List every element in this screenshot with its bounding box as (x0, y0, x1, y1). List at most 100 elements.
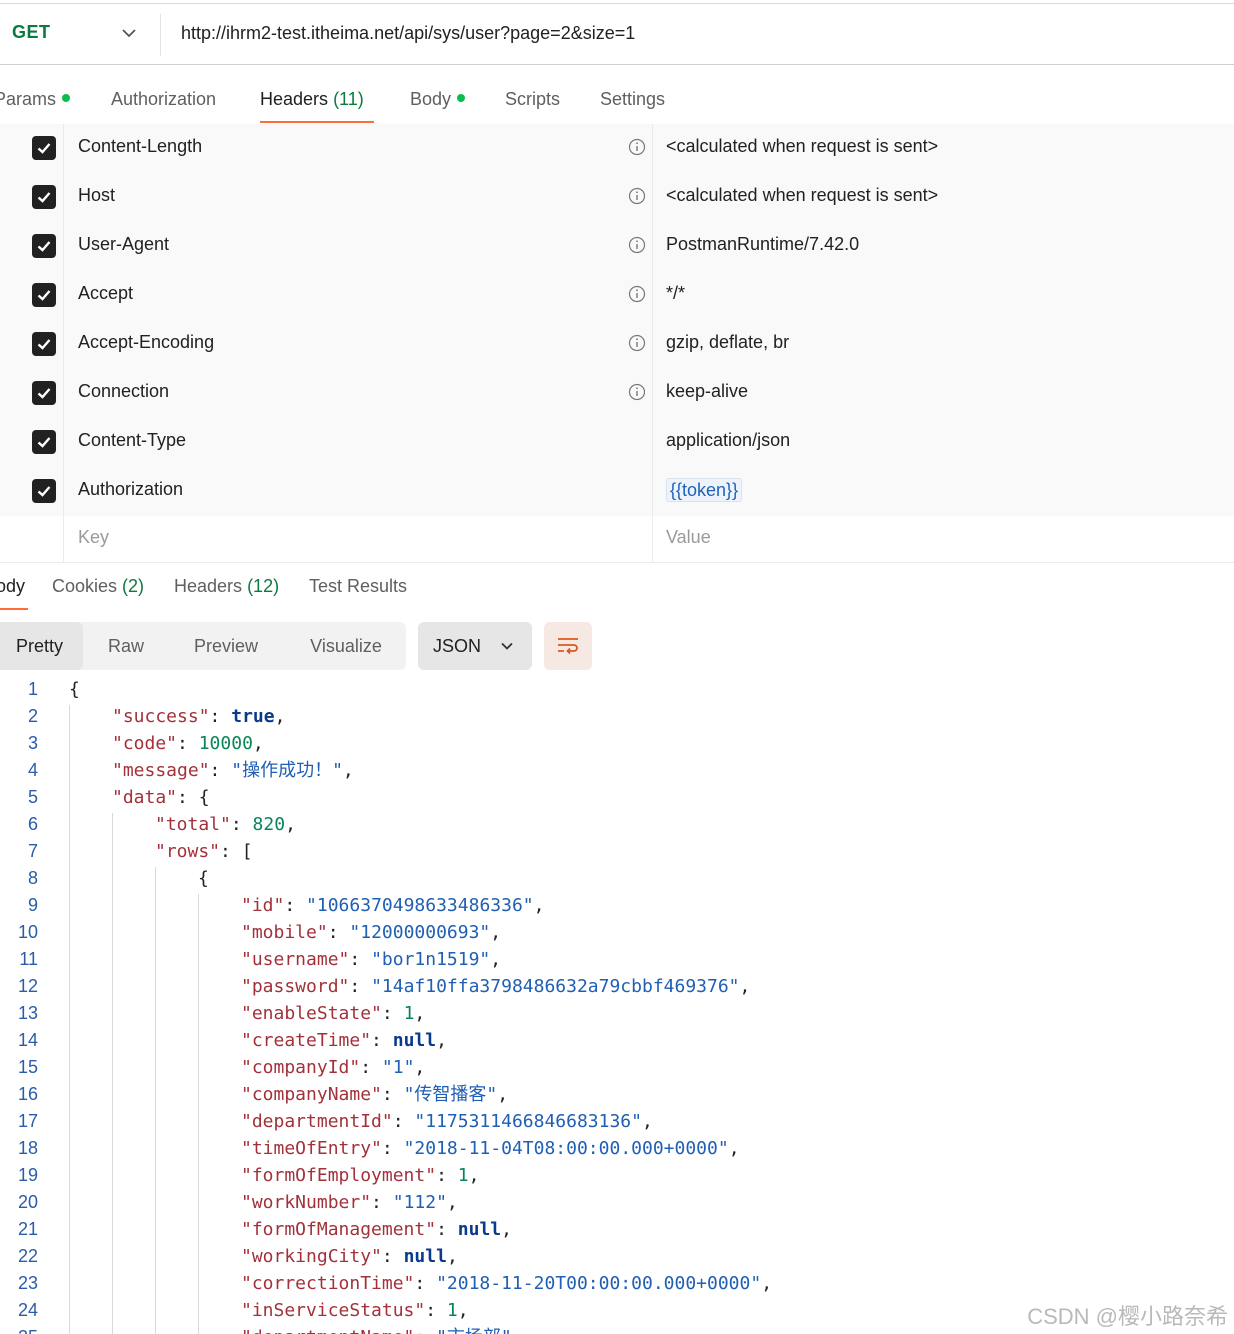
header-key[interactable]: Host (78, 185, 115, 206)
code-text: { (69, 676, 80, 703)
json-punctuation: : (381, 1138, 404, 1159)
code-line: 9 "id": "1066370498633486336", (0, 892, 1234, 919)
json-punctuation: , (497, 1084, 509, 1105)
json-key: "success" (112, 706, 210, 727)
column-divider (63, 124, 64, 173)
json-punctuation: , (414, 1003, 426, 1024)
header-key[interactable]: User-Agent (78, 234, 169, 255)
code-text: "companyId": "1", (241, 1054, 425, 1081)
code-text: "formOfEmployment": 1, (241, 1162, 479, 1189)
line-number: 13 (17, 1003, 38, 1023)
column-divider (652, 173, 653, 222)
header-value[interactable]: */* (666, 283, 685, 304)
response-body-viewer[interactable]: 1{2 "success": true, 3 "code": 10000, 4 "mess… (0, 675, 1234, 1334)
line-number: 5 (27, 787, 38, 807)
tab-response-headers-label: Headers (174, 576, 243, 596)
wrap-lines-button[interactable] (544, 622, 592, 670)
format-select[interactable]: JSON (418, 622, 532, 670)
header-enabled-checkbox[interactable] (32, 136, 56, 160)
code-text: "enableState": 1, (241, 1000, 425, 1027)
chevron-down-icon[interactable] (118, 22, 140, 44)
variable-token[interactable]: {{token}} (666, 478, 743, 502)
code-line: 23 "correctionTime": "2018-11-20T00:00:00… (0, 1270, 1234, 1297)
json-string: "14af10ffa3798486632a79cbbf469376" (371, 976, 740, 997)
header-value[interactable]: <calculated when request is sent> (666, 136, 938, 157)
method-select[interactable]: GET (12, 22, 51, 43)
tab-scripts[interactable]: Scripts (505, 89, 560, 110)
json-string: "1" (381, 1057, 415, 1078)
json-punctuation: : (177, 733, 199, 754)
line-number: 7 (27, 841, 38, 861)
header-value[interactable]: PostmanRuntime/7.42.0 (666, 234, 859, 255)
tab-authorization[interactable]: Authorization (111, 89, 216, 110)
code-text: "workNumber": "112", (241, 1189, 458, 1216)
header-value-text: */* (666, 283, 686, 303)
info-icon[interactable] (628, 138, 646, 156)
tab-response-headers[interactable]: Headers (12) (174, 576, 279, 597)
info-icon[interactable] (628, 285, 646, 303)
header-key[interactable]: Accept-Encoding (78, 332, 214, 353)
code-text: "rows": [ (155, 838, 253, 865)
tab-headers[interactable]: Headers (11) (260, 89, 364, 110)
code-line: 15 "companyId": "1", (0, 1054, 1234, 1081)
column-divider (652, 516, 653, 562)
header-value[interactable]: {{token}} (666, 478, 743, 503)
tab-cookies[interactable]: Cookies (2) (52, 576, 144, 597)
header-key[interactable]: Authorization (78, 479, 183, 500)
json-punctuation: , (490, 922, 502, 943)
line-number: 14 (17, 1030, 38, 1050)
indent-guide (112, 813, 113, 1334)
tab-test-results[interactable]: Test Results (309, 576, 407, 597)
column-divider (63, 516, 64, 562)
json-punctuation: : (371, 1030, 393, 1051)
code-line: 17 "departmentId": "1175311466846683136", (0, 1108, 1234, 1135)
header-enabled-checkbox[interactable] (32, 283, 56, 307)
header-enabled-checkbox[interactable] (32, 430, 56, 454)
new-value-input[interactable]: Value (666, 527, 711, 548)
raw-button[interactable]: Raw (96, 622, 156, 670)
json-key: "message" (112, 760, 210, 781)
info-icon[interactable] (628, 383, 646, 401)
visualize-button[interactable]: Visualize (301, 622, 391, 670)
tab-body[interactable]: Body (410, 89, 466, 110)
header-key[interactable]: Accept (78, 283, 133, 304)
header-enabled-checkbox[interactable] (32, 185, 56, 209)
header-value-text: application/json (666, 430, 791, 450)
info-icon[interactable] (628, 187, 646, 205)
tab-params-label: Params (0, 89, 57, 109)
header-value[interactable]: keep-alive (666, 381, 748, 402)
header-enabled-checkbox[interactable] (32, 479, 56, 503)
tab-params[interactable]: Params (0, 89, 71, 110)
json-key: "workNumber" (241, 1192, 372, 1213)
pretty-button[interactable]: Pretty (0, 622, 83, 670)
json-punctuation: : (284, 895, 307, 916)
info-icon[interactable] (628, 334, 646, 352)
json-punctuation: , (739, 976, 751, 997)
preview-button[interactable]: Preview (186, 622, 266, 670)
header-enabled-checkbox[interactable] (32, 332, 56, 356)
tab-response-body[interactable]: Body (0, 576, 25, 597)
json-punctuation: , (641, 1111, 653, 1132)
json-punctuation: : (381, 1246, 404, 1267)
url-input[interactable]: http://ihrm2-test.itheima.net/api/sys/us… (181, 23, 635, 44)
view-mode-group: Pretty Raw Preview Visualize (0, 622, 406, 670)
header-value[interactable]: application/json (666, 430, 790, 451)
tab-settings[interactable]: Settings (600, 89, 665, 110)
info-icon[interactable] (628, 236, 646, 254)
header-key[interactable]: Content-Length (78, 136, 202, 157)
header-key[interactable]: Content-Type (78, 430, 186, 451)
new-key-input[interactable]: Key (78, 527, 109, 548)
header-enabled-checkbox[interactable] (32, 234, 56, 258)
checkmark-icon (37, 192, 51, 203)
header-enabled-checkbox[interactable] (32, 381, 56, 405)
header-row: User-Agent PostmanRuntime/7.42.0 (0, 222, 1234, 272)
header-value[interactable]: gzip, deflate, br (666, 332, 789, 353)
request-tabs: Params Authorization Headers (11) Body S… (0, 84, 1234, 124)
header-value[interactable]: <calculated when request is sent> (666, 185, 938, 206)
watermark: CSDN @樱小路奈希 (1027, 1304, 1228, 1329)
column-divider (63, 320, 64, 369)
header-key[interactable]: Connection (78, 381, 169, 402)
cookies-count: (2) (122, 576, 145, 596)
response-tab-indicator (0, 608, 28, 610)
json-punctuation: : (360, 1057, 382, 1078)
